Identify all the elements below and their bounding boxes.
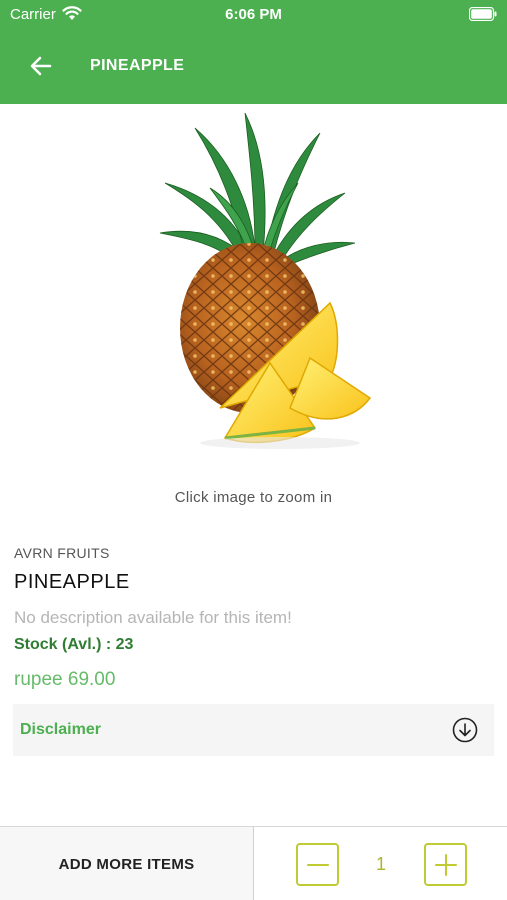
product-image[interactable] — [150, 108, 390, 453]
increase-quantity-button[interactable] — [424, 843, 467, 886]
app-header-background: Carrier 6:06 PM PINEAPPLE — [0, 0, 507, 104]
add-more-items-button[interactable]: ADD MORE ITEMS — [0, 827, 253, 900]
disclaimer-label: Disclaimer — [20, 721, 101, 738]
page-title: PINEAPPLE — [90, 57, 185, 74]
minus-icon — [306, 863, 329, 866]
battery-icon — [469, 7, 497, 21]
decrease-quantity-button[interactable] — [296, 843, 339, 886]
disclaimer-row[interactable]: Disclaimer — [13, 704, 494, 756]
status-time: 6:06 PM — [225, 6, 282, 23]
back-button[interactable] — [22, 49, 60, 83]
bottom-bar: ADD MORE ITEMS 1 — [0, 826, 507, 900]
product-price: rupee 69.00 — [14, 669, 116, 690]
arrow-left-icon — [30, 56, 52, 76]
status-bar: Carrier 6:06 PM — [0, 0, 507, 30]
chevron-circle-down-icon[interactable] — [452, 717, 478, 743]
header: PINEAPPLE — [0, 30, 507, 104]
brand-name: AVRN FRUITS — [14, 545, 110, 561]
product-description: No description available for this item! — [14, 608, 292, 627]
zoom-hint: Click image to zoom in — [174, 489, 333, 506]
quantity-value: 1 — [375, 854, 386, 874]
quantity-stepper: 1 — [253, 827, 507, 900]
plus-icon — [434, 853, 457, 876]
product-name: PINEAPPLE — [14, 571, 130, 593]
stock-availability: Stock (Avl.) : 23 — [14, 636, 134, 653]
